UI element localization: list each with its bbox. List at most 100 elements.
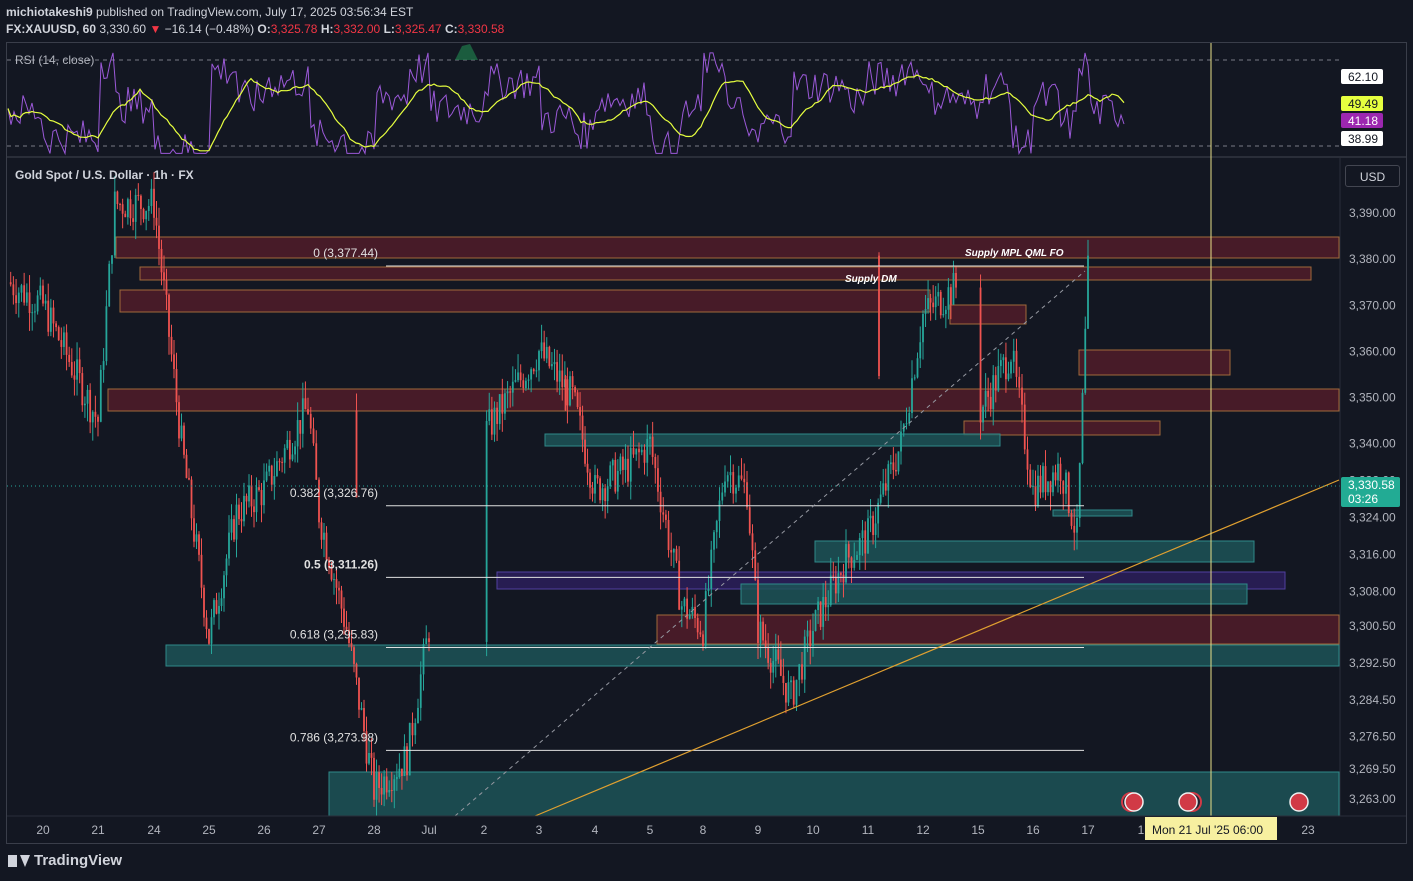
candle-body — [629, 448, 632, 482]
candle-body — [485, 420, 488, 642]
time-tick-label: 21 — [91, 823, 105, 837]
candle-body — [210, 617, 213, 644]
time-tick-label: 3 — [536, 823, 543, 837]
candle-body — [924, 309, 927, 314]
candle-body — [643, 449, 646, 463]
candle-body — [812, 630, 814, 647]
price-tick-label: 3,284.50 — [1349, 693, 1396, 707]
candle-body — [220, 598, 223, 606]
rsi-pane[interactable] — [7, 44, 1340, 156]
candle-body — [142, 208, 145, 220]
candle-body — [190, 479, 193, 519]
tradingview-footer[interactable]: TradingView — [8, 852, 122, 869]
candle-body — [263, 480, 265, 506]
candle-body — [188, 477, 190, 480]
candle-body — [126, 199, 129, 218]
candle-body — [42, 285, 44, 304]
candle-body — [622, 456, 624, 470]
candle-body — [829, 575, 832, 606]
candle-body — [619, 456, 622, 471]
candle-body — [764, 640, 767, 647]
candle-body — [1047, 481, 1049, 493]
time-axis[interactable]: 20 21 24 25 26 27 28 Jul 2 3 4 5 8 9 10 11 12 15 16 17 1 23 — [36, 823, 1315, 837]
candle-body — [792, 680, 795, 705]
candle-body — [584, 439, 586, 464]
zones-layer[interactable] — [107, 236, 1340, 817]
candle-body — [323, 532, 325, 540]
candle-body — [895, 469, 897, 472]
candle-body — [116, 191, 119, 204]
candle-body — [777, 649, 780, 660]
chart-svg[interactable]: 0 (3,377.44) 0.382 (3,326.76) 0.5 (3,311.2… — [0, 0, 1413, 881]
candle-body — [102, 361, 105, 370]
candle-body — [908, 412, 911, 424]
candle-body — [947, 287, 950, 310]
candle-body — [401, 768, 403, 776]
candle-body — [683, 598, 686, 607]
candle-body — [15, 295, 17, 304]
candle-body — [294, 446, 296, 455]
candle-body — [952, 273, 955, 305]
candle-body — [616, 470, 619, 492]
candle-body — [65, 332, 68, 355]
candle-body — [270, 465, 273, 485]
candle-body — [1021, 387, 1023, 405]
candle-body — [373, 757, 375, 800]
candle-body — [278, 461, 281, 463]
candle-body — [787, 682, 790, 703]
candle-body — [281, 461, 284, 463]
candle-body — [999, 360, 1002, 367]
candle-body — [861, 530, 864, 539]
time-tick-label: Jul — [421, 823, 436, 837]
rsi-legend[interactable]: RSI (14, close) — [15, 53, 94, 67]
time-tick-label: 26 — [257, 823, 271, 837]
candle-body — [832, 575, 835, 577]
candle-body — [25, 292, 28, 303]
candle-body — [250, 485, 253, 507]
time-tick-label: 17 — [1081, 823, 1095, 837]
candle-body — [710, 549, 713, 589]
candle-body — [200, 554, 203, 588]
candle-body — [260, 489, 263, 506]
candle-body — [1018, 376, 1021, 388]
candle-body — [869, 515, 872, 519]
candle-body — [675, 548, 678, 561]
symbol-legend[interactable]: Gold Spot / U.S. Dollar · 1h · FX — [15, 168, 194, 182]
candle-body — [646, 438, 649, 463]
candle-body — [699, 632, 702, 635]
candle-body — [657, 468, 659, 492]
candle-body — [665, 514, 667, 520]
currency-button[interactable]: USD — [1345, 165, 1400, 187]
supply-zone-8 — [656, 614, 1340, 645]
candle-body — [233, 519, 235, 540]
candle-body — [743, 478, 746, 483]
candle-body — [979, 287, 982, 423]
candle-body — [627, 458, 629, 482]
candle-body — [140, 195, 142, 209]
candle-body — [1073, 525, 1076, 533]
candle-body — [569, 376, 571, 406]
candle-body — [325, 532, 328, 560]
candle-body — [1057, 463, 1059, 481]
candle-body — [501, 394, 504, 414]
candle-body — [52, 307, 55, 324]
candle-body — [785, 683, 787, 703]
candle-body — [548, 346, 551, 367]
supply-zone-dm — [139, 266, 1312, 281]
candle-body — [81, 373, 84, 406]
candle-body — [724, 481, 726, 493]
candle-body — [158, 225, 160, 249]
candle-body — [253, 506, 255, 513]
fib-level-label: 0.382 (3,326.76) — [290, 486, 378, 500]
candle-body — [414, 723, 417, 736]
candle-body — [919, 342, 922, 359]
candle-body — [1034, 485, 1037, 506]
candle-body — [702, 634, 704, 646]
candle-body — [363, 708, 365, 732]
candle-body — [84, 403, 86, 406]
price-tick-label: 3,340.00 — [1349, 437, 1396, 451]
candle-body — [879, 494, 882, 503]
candle-body — [609, 465, 612, 487]
zone-label-supply-dm: Supply DM — [845, 274, 897, 285]
candle-body — [511, 381, 514, 393]
